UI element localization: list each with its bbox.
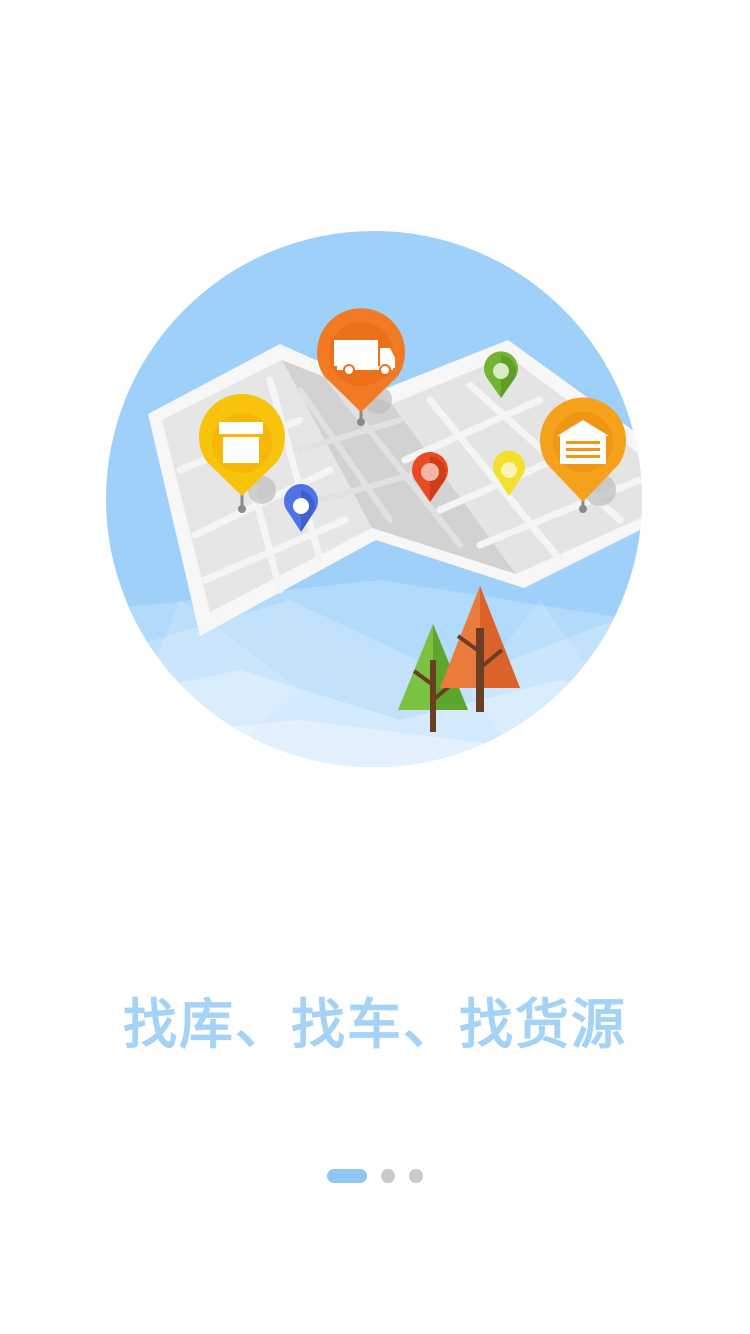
onboarding-screen[interactable]: 找库、找车、找货源 — [0, 0, 750, 1334]
onboarding-tagline: 找库、找车、找货源 — [123, 993, 627, 1056]
page-dot-2[interactable] — [381, 1169, 395, 1183]
page-dot-1-active[interactable] — [327, 1169, 367, 1183]
page-indicator — [0, 1168, 750, 1184]
page-dot-3[interactable] — [409, 1169, 423, 1183]
onboarding-illustration — [106, 231, 642, 767]
